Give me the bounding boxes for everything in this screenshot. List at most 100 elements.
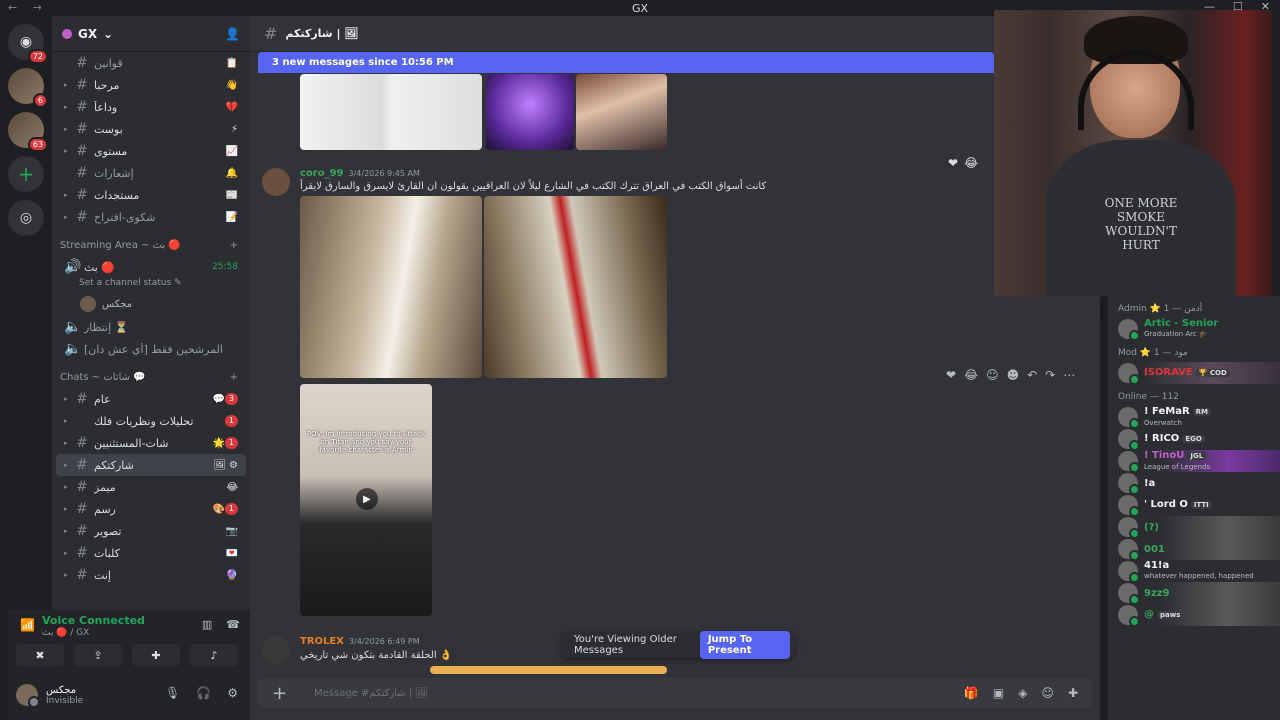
collapse-arrow-icon[interactable]: ▸ (64, 439, 74, 447)
noise-suppression-icon[interactable]: ▥ (202, 618, 212, 631)
member-item[interactable]: ! FeMaR RM Overwatch (1108, 406, 1280, 429)
member-item[interactable]: Artic - Senior Graduation Arc 🎓 (1108, 318, 1280, 341)
reaction-icon[interactable]: ☺ (986, 368, 999, 382)
channel-item[interactable]: ▸ # مرحبا 👋 (56, 74, 246, 96)
collapse-arrow-icon[interactable]: ▸ (64, 461, 74, 469)
collapse-arrow-icon[interactable]: ▸ (64, 395, 74, 403)
message-author[interactable]: TROLEX (300, 636, 344, 647)
soundboard-button[interactable]: ♪ (190, 644, 238, 666)
collapse-arrow-icon[interactable]: ▸ (64, 103, 74, 111)
member-item[interactable]: ISORAVE 🏆 COD (1108, 362, 1280, 385)
member-item[interactable]: 001 (1108, 538, 1280, 561)
screen-share-button[interactable]: ⇪ (74, 644, 122, 666)
channel-settings-icon[interactable]: ⚙ (229, 460, 238, 471)
channel-status[interactable]: Set a channel status ✎ (52, 278, 250, 292)
user-name[interactable]: مجكس (46, 685, 83, 696)
message-composer[interactable]: + Message #شاركتكم | 🖼 🎁 ▣ ◈ ☺ ✚ (258, 678, 1092, 708)
member-item[interactable]: !a (1108, 472, 1280, 495)
collapse-arrow-icon[interactable]: ▸ (64, 549, 74, 557)
avatar[interactable] (262, 636, 290, 664)
add-reaction-icon[interactable]: ☻ (1007, 368, 1020, 382)
voice-channel-stream[interactable]: 🔊 بث 🔴 25:58 (56, 256, 246, 278)
collapse-arrow-icon[interactable]: ▸ (64, 191, 74, 199)
channel-item[interactable]: ▸ # رسم 🎨 1 (56, 498, 246, 520)
collapse-arrow-icon[interactable]: ▸ (64, 147, 74, 155)
heart-reaction-icon[interactable]: ❤ (948, 156, 958, 170)
gift-icon[interactable]: 🎁 (964, 686, 979, 700)
collapse-arrow-icon[interactable]: ▸ (64, 125, 74, 133)
discover-icon[interactable]: ◎ (8, 200, 44, 236)
collapse-arrow-icon[interactable]: ▸ (64, 213, 74, 221)
add-server-icon[interactable]: + (8, 156, 44, 192)
more-icon[interactable]: ⋯ (1063, 368, 1075, 382)
channel-item[interactable]: ▸ # مستوى 📈 (56, 140, 246, 162)
emoji-icon[interactable]: ☺ (1041, 686, 1054, 700)
voice-connected-title[interactable]: Voice Connected (42, 614, 145, 627)
voice-user[interactable]: مجكس (52, 292, 250, 316)
channel-item[interactable]: ▸ # تصوير 📷 (56, 520, 246, 542)
voice-channel-candidates[interactable]: 🔈 المرشحين فقط [أي عش دان] (56, 338, 246, 360)
server-header[interactable]: GX ⌄ 👤 (52, 16, 250, 52)
add-channel-icon[interactable]: + (230, 240, 238, 251)
member-item[interactable]: ! RICO EGO (1108, 428, 1280, 451)
microphone-icon[interactable]: 🎙 (165, 686, 180, 700)
discord-home-icon[interactable]: ◉ 72 (8, 24, 48, 64)
attachment-image[interactable] (300, 74, 482, 150)
channel-item[interactable]: ▸ # شاركتكم 🖼 ⚙ (56, 454, 246, 476)
channel-item[interactable]: # إشعارات 🔔 (56, 162, 246, 184)
forward-icon[interactable]: ↷ (1045, 368, 1055, 382)
signal-icon[interactable]: 📶 (20, 618, 35, 632)
member-item[interactable]: @ paws (1108, 604, 1280, 627)
channel-item[interactable]: ▸ # وداعاً 💔 (56, 96, 246, 118)
channel-item[interactable]: ▸ # مستجدات 📰 (56, 184, 246, 206)
attachment-image[interactable] (576, 74, 667, 150)
reply-icon[interactable]: ↶ (1027, 368, 1037, 382)
member-item[interactable]: 9zz9 (1108, 582, 1280, 605)
gear-icon[interactable]: ⚙ (227, 686, 238, 700)
jump-to-present-button[interactable]: Jump To Present (699, 631, 790, 659)
avatar[interactable] (16, 684, 40, 708)
server-folder-icon[interactable]: 63 (8, 112, 48, 152)
channel-item[interactable]: ▸ # شات-المستثنيين 🌟 1 (56, 432, 246, 454)
history-nav[interactable]: ← → (8, 1, 48, 14)
member-item[interactable]: (?) (1108, 516, 1280, 539)
attachment-image[interactable] (484, 196, 667, 378)
channel-item[interactable]: ▸ # ميمز 😂 (56, 476, 246, 498)
collapse-arrow-icon[interactable]: ▸ (64, 81, 74, 89)
category-chats[interactable]: Chats ~ شاتات 💬 + (52, 366, 250, 388)
collapse-arrow-icon[interactable]: ▸ (64, 505, 74, 513)
member-item[interactable]: ! TinoU JGL League of Legends (1108, 450, 1280, 473)
apps-icon[interactable]: ✚ (1068, 686, 1078, 700)
gif-icon[interactable]: ▣ (993, 686, 1004, 700)
video-attachment[interactable]: POV: Im introducing you to Attack on Tit… (300, 384, 432, 616)
laugh-reaction-icon[interactable]: 😂 (964, 156, 978, 170)
activities-button[interactable]: ✚ (132, 644, 180, 666)
channel-item[interactable]: # قوانين 📋 (56, 52, 246, 74)
category-streaming[interactable]: Streaming Area ~ بث 🔴 + (52, 234, 250, 256)
play-icon[interactable]: ▶ (356, 488, 378, 510)
sticker-icon[interactable]: ◈ (1018, 686, 1027, 700)
message-input[interactable]: Message #شاركتكم | 🖼 (314, 688, 428, 699)
collapse-arrow-icon[interactable]: ▸ (64, 571, 74, 579)
collapse-arrow-icon[interactable]: ▸ (64, 417, 74, 425)
camera-off-button[interactable]: ✖ (16, 644, 64, 666)
disconnect-icon[interactable]: ☎ (226, 618, 240, 631)
laugh-reaction-icon[interactable]: 😂 (964, 368, 978, 382)
channel-item[interactable]: ▸ # كلبات 💌 (56, 542, 246, 564)
member-item[interactable]: ' Lord O ITTI (1108, 494, 1280, 517)
headphones-icon[interactable]: 🎧 (196, 686, 211, 700)
new-messages-bar[interactable]: 3 new messages since 10:56 PM (258, 52, 994, 73)
add-attachment-icon[interactable]: + (272, 683, 296, 704)
server-icon[interactable]: 6 (8, 68, 48, 108)
attachment-image[interactable] (430, 666, 667, 674)
message-author[interactable]: coro_99 (300, 168, 344, 179)
channel-item[interactable]: ▸ # شكوى-اقتراح 📝 (56, 206, 246, 228)
collapse-arrow-icon[interactable]: ▸ (64, 483, 74, 491)
channel-item[interactable]: ▸ # عام 💬 3 (56, 388, 246, 410)
channel-item[interactable]: ▸ تحليلات ونظريات فلك 1 (56, 410, 246, 432)
attachment-image[interactable] (300, 196, 482, 378)
member-item[interactable]: 41!a whatever happened, happened (1108, 560, 1280, 583)
voice-channel-waiting[interactable]: 🔈 إنتظار ⏳ (56, 316, 246, 338)
scrollbar[interactable] (1100, 300, 1104, 320)
collapse-arrow-icon[interactable]: ▸ (64, 527, 74, 535)
